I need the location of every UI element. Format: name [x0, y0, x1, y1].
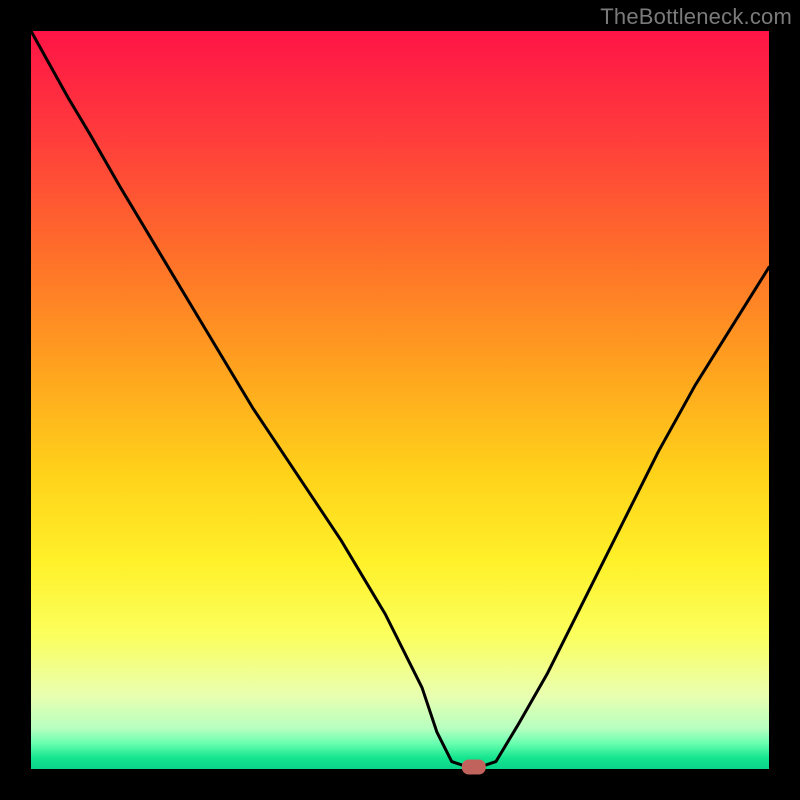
watermark-text: TheBottleneck.com	[600, 4, 792, 30]
chart-frame: TheBottleneck.com	[0, 0, 800, 800]
bottleneck-chart	[0, 0, 800, 800]
plot-background	[31, 31, 769, 769]
optimal-marker	[462, 760, 486, 775]
